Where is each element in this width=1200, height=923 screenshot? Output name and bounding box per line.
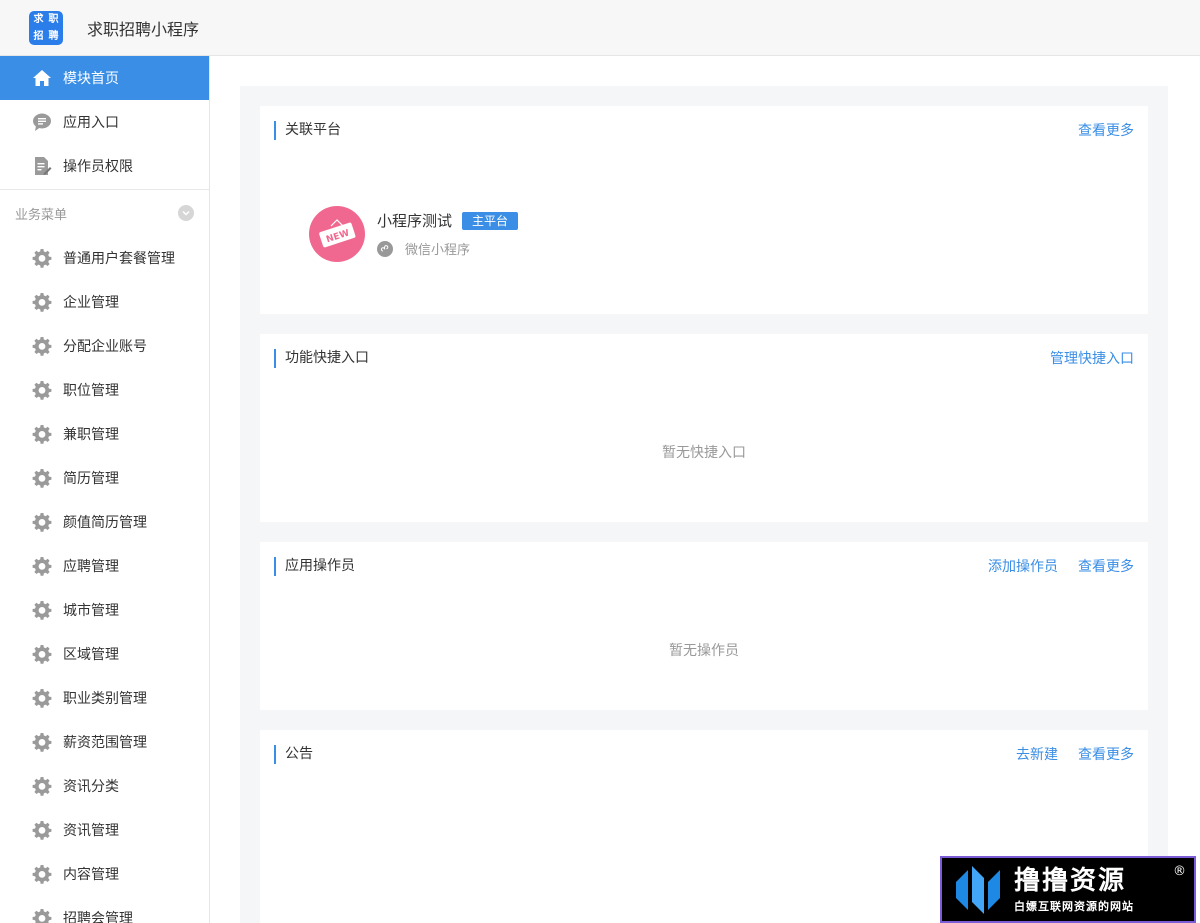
gear-icon [31,247,53,269]
view-more-link[interactable]: 查看更多 [1078,120,1134,140]
watermark-subtitle: 白嫖互联网资源的网站 [1014,899,1134,913]
app-title: 求职招聘小程序 [87,19,200,39]
sidebar-item-business[interactable]: 招聘会管理 [0,896,209,923]
sidebar-item-label: 职业类别管理 [63,691,147,707]
main-platform-badge: 主平台 [462,211,519,230]
sidebar-item-business[interactable]: 资讯管理 [0,808,209,852]
gear-icon [31,423,53,445]
business-menu-header[interactable]: 业务菜单 [0,190,209,236]
sidebar-item-operator-permissions[interactable]: 操作员权限 [0,144,209,188]
sidebar-item-label: 区域管理 [63,647,119,663]
gear-icon [31,379,53,401]
business-menu-list: 普通用户套餐管理 企业管理分配企业账号 职位管理兼职管理简历管理颜值简历管理 应聘管理… [0,236,209,923]
sidebar-item-business[interactable]: 城市管理 [0,588,209,632]
app-logo: 求 职 招 聘 [29,10,63,45]
platform-item[interactable]: NEW 小程序测试 主平台 微信小程序 [309,206,519,262]
create-notice-link[interactable]: 去新建 [1016,744,1058,764]
sidebar-item-label: 职位管理 [63,383,119,399]
gear-icon [31,731,53,753]
home-icon [31,67,53,89]
sidebar-item-label: 薪资范围管理 [63,735,147,751]
chevron-down-icon[interactable] [178,205,194,221]
sidebar: 模块首页 应用入口 操作员权限 业务菜单 普通用户套餐管理 企业管理分配企业账号职… [0,56,210,923]
app-header: 求 职 招 聘 求职招聘小程序 [0,0,1200,56]
sidebar-item-business[interactable]: 内容管理 [0,852,209,896]
platform-type: 微信小程序 [405,243,471,258]
sidebar-item-business[interactable]: 简历管理 [0,456,209,500]
sidebar-item-label: 简历管理 [63,471,119,487]
sidebar-item-business[interactable]: 资讯分类 [0,764,209,808]
watermark-title: 撸撸资源 [1014,865,1127,896]
shortcuts-card: 功能快捷入口 管理快捷入口 暂无快捷入口 [260,334,1148,522]
gear-icon [31,467,53,489]
sidebar-item-label: 企业管理 [63,295,119,311]
sidebar-item-business[interactable]: 企业管理 [0,280,209,324]
sidebar-item-business[interactable]: 普通用户套餐管理 [0,236,209,280]
sidebar-item-home[interactable]: 模块首页 [0,56,209,100]
empty-shortcuts: 暂无快捷入口 [662,445,746,461]
sidebar-item-label: 内容管理 [63,867,119,883]
mini-program-icon [377,240,393,257]
gear-icon [31,599,53,621]
sidebar-item-label: 兼职管理 [63,427,119,443]
sidebar-item-label: 城市管理 [63,603,119,619]
sidebar-item-business[interactable]: 区域管理 [0,632,209,676]
gear-icon [31,687,53,709]
empty-operators: 暂无操作员 [669,643,739,659]
sidebar-item-label: 操作员权限 [63,159,133,175]
sidebar-item-business[interactable]: 职业类别管理 [0,676,209,720]
gear-icon [31,335,53,357]
gear-icon [31,819,53,841]
sidebar-item-label: 颜值简历管理 [63,515,147,531]
sidebar-item-label: 应用入口 [63,115,119,131]
gear-icon [31,863,53,885]
gear-icon [31,907,53,923]
sidebar-item-business[interactable]: 应聘管理 [0,544,209,588]
sidebar-item-label: 招聘会管理 [63,911,133,923]
sidebar-item-label: 资讯管理 [63,823,119,839]
card-title: 关联平台 [274,120,341,140]
logo-char: 求 [33,13,44,25]
section-title: 业务菜单 [15,207,68,223]
sidebar-item-label: 应聘管理 [63,559,119,575]
view-more-link[interactable]: 查看更多 [1078,744,1134,764]
logo-char: 职 [48,13,59,25]
sidebar-item-business[interactable]: 兼职管理 [0,412,209,456]
card-title: 应用操作员 [274,556,355,576]
platform-avatar: NEW [309,206,365,262]
gear-icon [31,291,53,313]
sidebar-item-business[interactable]: 职位管理 [0,368,209,412]
view-more-link[interactable]: 查看更多 [1078,556,1134,576]
sidebar-item-business[interactable]: 分配企业账号 [0,324,209,368]
sidebar-item-label: 分配企业账号 [63,339,147,355]
gear-icon [31,555,53,577]
chat-icon [31,111,53,133]
registered-mark: ® [1173,864,1186,879]
sidebar-item-app-entry[interactable]: 应用入口 [0,100,209,144]
sidebar-item-business[interactable]: 颜值简历管理 [0,500,209,544]
watermark-logo: 撸撸资源 白嫖互联网资源的网站 ® [940,856,1196,923]
logo-char: 招 [33,30,44,42]
add-operator-link[interactable]: 添加操作员 [988,556,1058,576]
gear-icon [31,511,53,533]
sidebar-item-label: 模块首页 [63,71,119,87]
card-title: 功能快捷入口 [274,348,369,368]
gear-icon [31,643,53,665]
logo-char: 聘 [48,30,59,42]
sidebar-item-label: 普通用户套餐管理 [63,251,175,267]
platform-name: 小程序测试 [377,212,453,230]
sidebar-item-label: 资讯分类 [63,779,119,795]
main-content: 关联平台 查看更多 NEW 小程序测试 主平台 微信小程序 功能快捷入口 管理快… [240,86,1168,923]
card-title: 公告 [274,744,313,764]
operators-card: 应用操作员 添加操作员 查看更多 暂无操作员 [260,542,1148,710]
sidebar-item-business[interactable]: 薪资范围管理 [0,720,209,764]
document-edit-icon [31,155,53,177]
gear-icon [31,775,53,797]
new-tag-icon: NEW [319,219,356,248]
manage-shortcuts-link[interactable]: 管理快捷入口 [1050,348,1134,368]
linked-platform-card: 关联平台 查看更多 NEW 小程序测试 主平台 微信小程序 [260,106,1148,314]
watermark-emblem-icon [956,865,1000,914]
